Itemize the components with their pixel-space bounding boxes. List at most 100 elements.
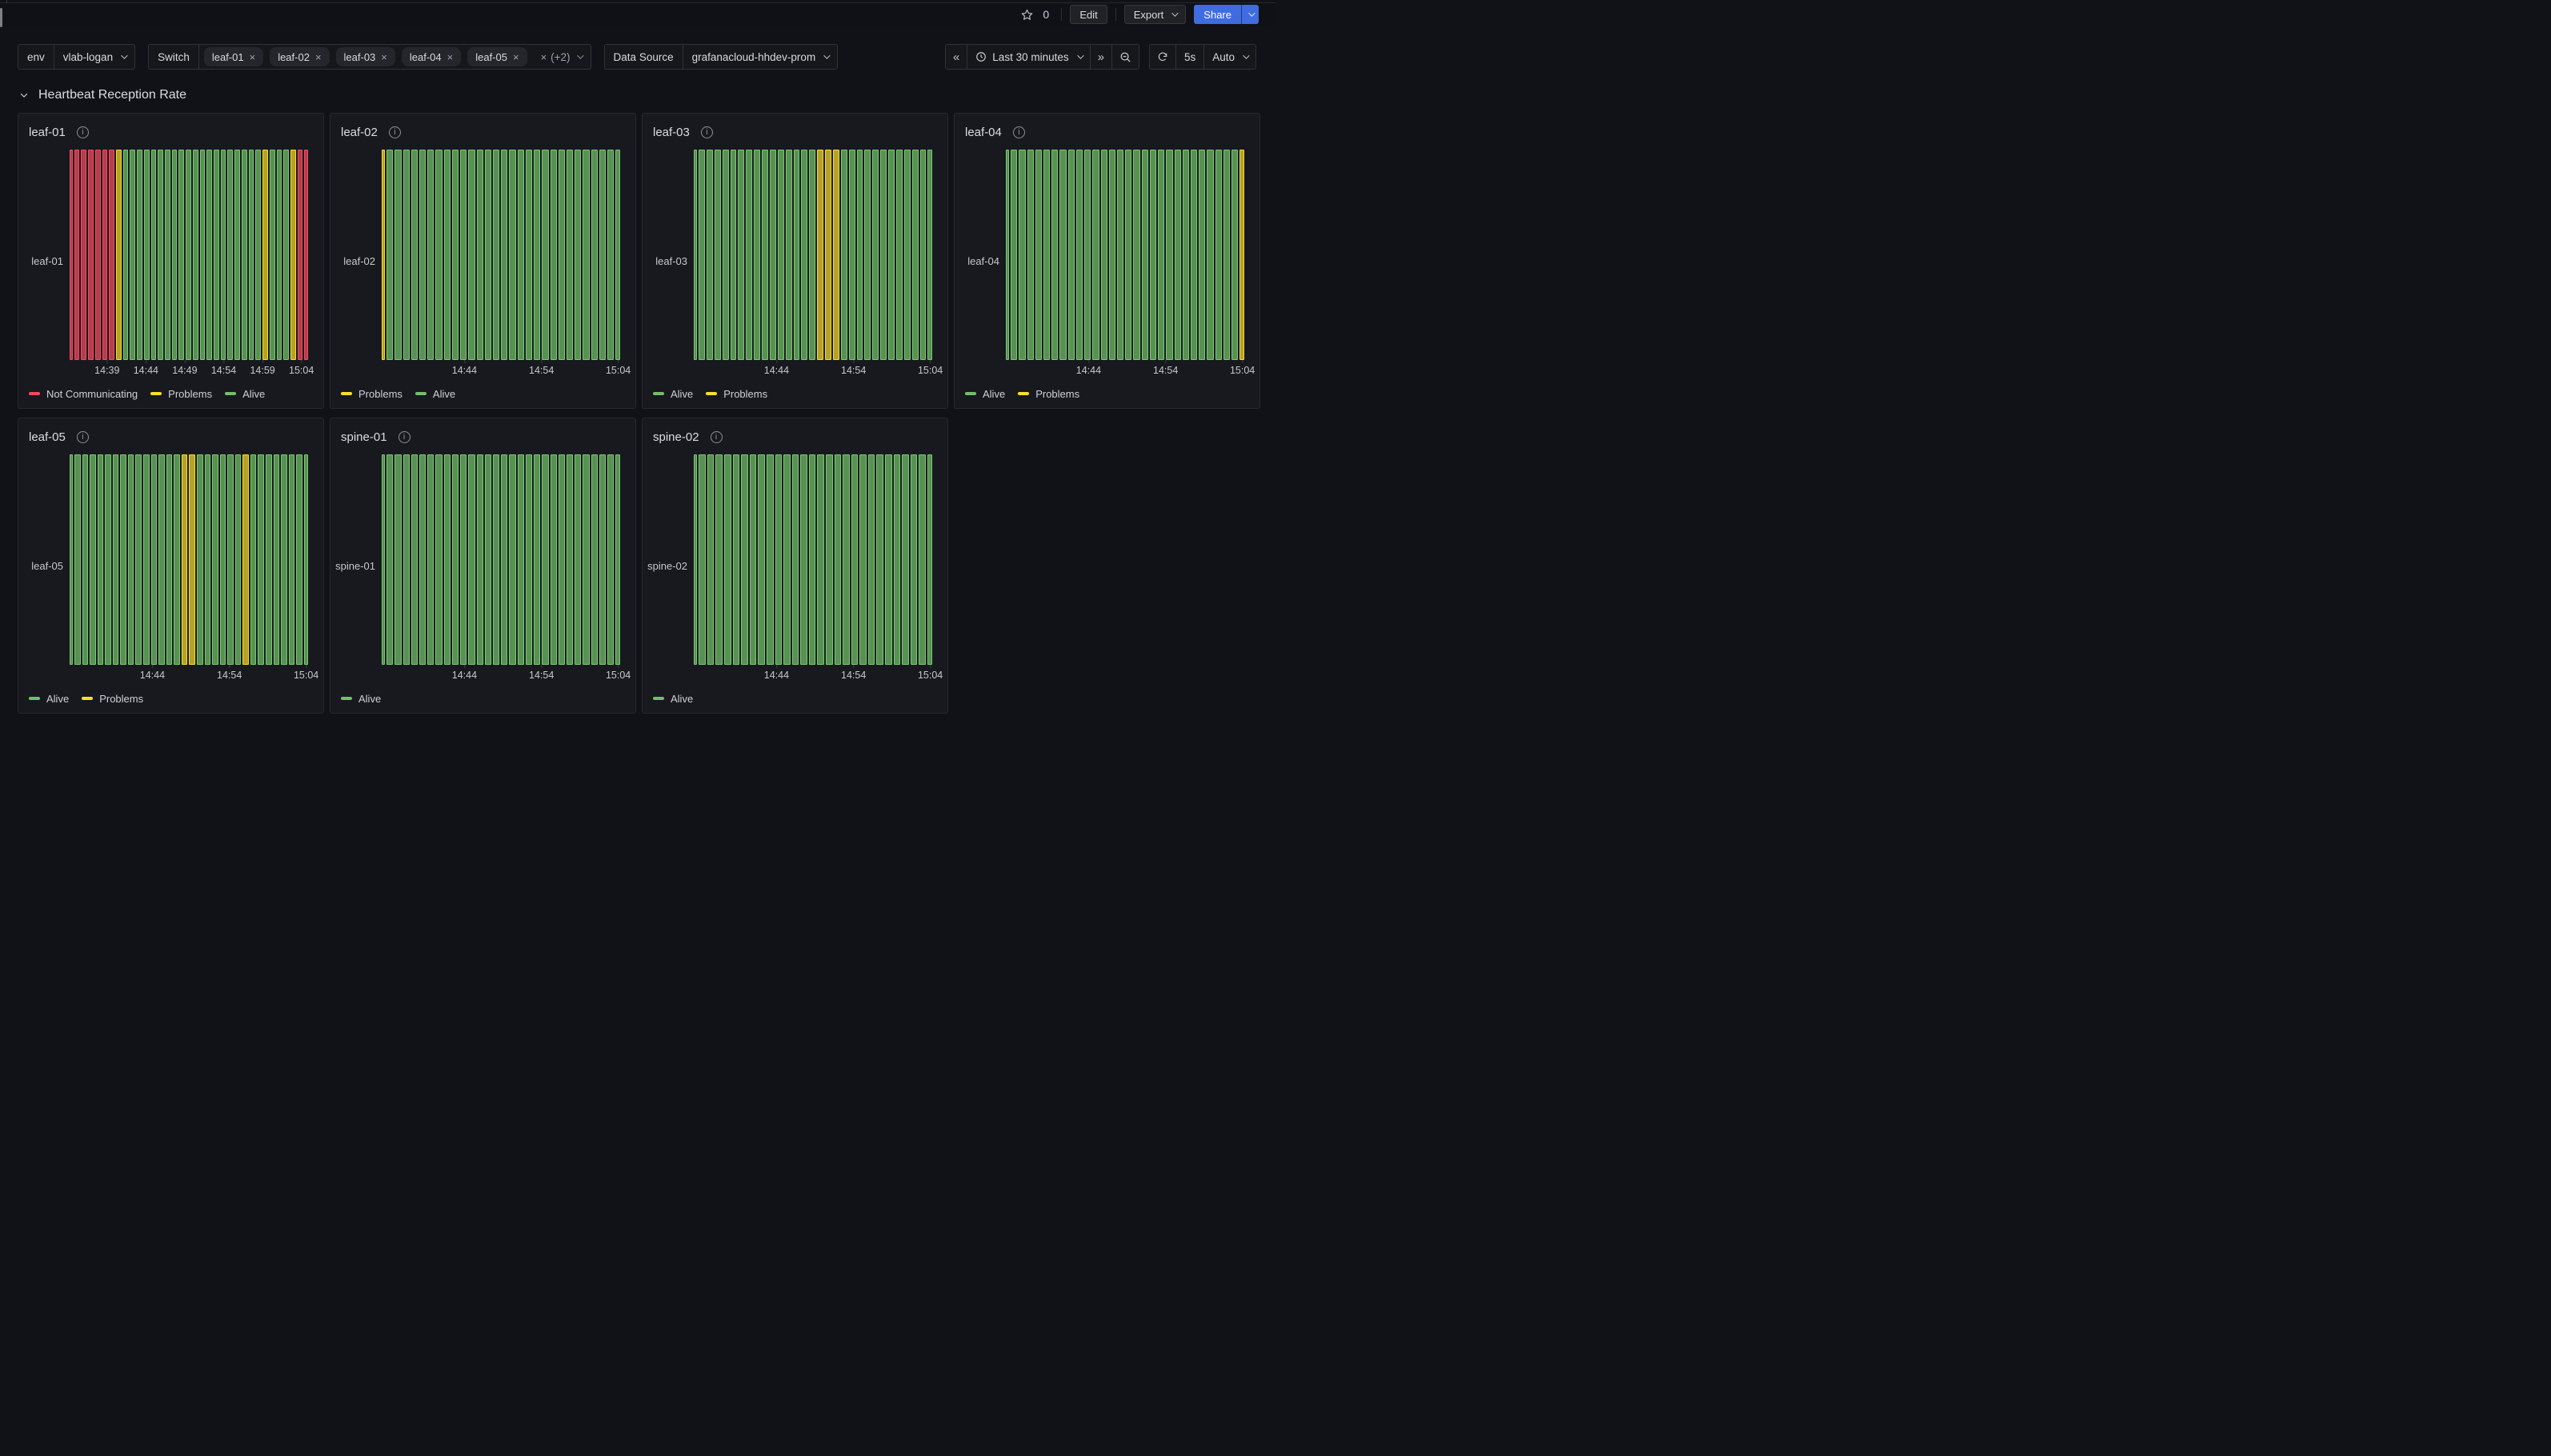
status-bar-alive[interactable] [551, 150, 557, 360]
status-bar-alive[interactable] [599, 150, 606, 360]
status-bar-alive[interactable] [90, 454, 96, 665]
info-icon[interactable]: i [701, 126, 713, 138]
status-bar-alive[interactable] [98, 454, 104, 665]
status-bar-alive[interactable] [444, 454, 451, 665]
status-bar-alive[interactable] [214, 150, 219, 360]
status-bar-not-communicating[interactable] [81, 150, 86, 360]
status-bar-alive[interactable] [468, 150, 475, 360]
status-bar-alive[interactable] [723, 150, 729, 360]
legend-item-problems[interactable]: Problems [1018, 388, 1079, 400]
status-bar-alive[interactable] [1175, 150, 1181, 360]
status-bar-alive[interactable] [1166, 150, 1172, 360]
status-bar-alive[interactable] [165, 150, 170, 360]
status-bar-alive[interactable] [1223, 150, 1230, 360]
status-bar-alive[interactable] [809, 454, 816, 665]
status-bar-alive[interactable] [220, 454, 226, 665]
status-bar-alive[interactable] [1051, 150, 1058, 360]
status-bar-alive[interactable] [1191, 150, 1197, 360]
status-bar-alive[interactable] [477, 454, 483, 665]
status-bar-alive[interactable] [859, 454, 867, 665]
status-bar-alive[interactable] [699, 150, 705, 360]
status-bar-alive[interactable] [105, 454, 111, 665]
status-bar-alive[interactable] [1150, 150, 1156, 360]
status-bar-alive[interactable] [786, 150, 792, 360]
time-range-picker[interactable]: Last 30 minutes [967, 45, 1089, 69]
switch-chip-leaf-01[interactable]: leaf-01× [204, 47, 263, 66]
status-bar-alive[interactable] [707, 150, 713, 360]
status-bar-alive[interactable] [809, 150, 815, 360]
status-bar-alive[interactable] [151, 150, 157, 360]
status-bar-problems[interactable] [182, 454, 188, 665]
status-bar-alive[interactable] [386, 150, 393, 360]
status-bar-alive[interactable] [205, 454, 211, 665]
panel-header[interactable]: spine-01 i [330, 418, 635, 448]
status-bar-alive[interactable] [235, 454, 242, 665]
status-bar-problems[interactable] [262, 150, 268, 360]
status-bar-alive[interactable] [534, 150, 540, 360]
status-bar-alive[interactable] [731, 150, 737, 360]
clear-all-icon[interactable]: × [541, 51, 547, 63]
status-bar-not-communicating[interactable] [95, 150, 101, 360]
status-bar-alive[interactable] [750, 454, 757, 665]
status-bar-not-communicating[interactable] [70, 150, 73, 360]
status-bar-alive[interactable] [583, 150, 589, 360]
status-bar-alive[interactable] [694, 454, 697, 665]
status-bar-alive[interactable] [249, 150, 254, 360]
status-bar-alive[interactable] [707, 454, 715, 665]
status-bar-alive[interactable] [172, 150, 178, 360]
switch-chip-leaf-05[interactable]: leaf-05× [467, 47, 527, 66]
status-bar-alive[interactable] [1076, 150, 1083, 360]
status-bar-alive[interactable] [1027, 150, 1034, 360]
panel-header[interactable]: leaf-03 i [643, 114, 947, 143]
status-bar-alive[interactable] [468, 454, 475, 665]
status-bar-alive[interactable] [304, 454, 308, 665]
status-bar-problems[interactable] [1239, 150, 1244, 360]
status-bar-alive[interactable] [427, 454, 434, 665]
status-bar-alive[interactable] [801, 150, 807, 360]
status-bar-alive[interactable] [1199, 150, 1205, 360]
status-bar-alive[interactable] [715, 150, 721, 360]
status-bar-alive[interactable] [452, 454, 459, 665]
status-bar-alive[interactable] [250, 454, 257, 665]
status-bar-alive[interactable] [501, 150, 507, 360]
status-bar-alive[interactable] [746, 150, 752, 360]
env-value-dropdown[interactable]: vlab-logan [54, 45, 134, 69]
status-bar-alive[interactable] [1011, 150, 1017, 360]
status-bar-alive[interactable] [151, 454, 158, 665]
status-bar-alive[interactable] [485, 454, 491, 665]
status-bar-alive[interactable] [258, 454, 264, 665]
status-bar-alive[interactable] [411, 454, 418, 665]
status-bar-alive[interactable] [896, 150, 903, 360]
status-bar-alive[interactable] [864, 150, 871, 360]
status-bar-alive[interactable] [599, 454, 606, 665]
status-bar-problems[interactable] [116, 150, 122, 360]
status-bar-alive[interactable] [493, 454, 499, 665]
status-bar-alive[interactable] [526, 150, 532, 360]
status-bar-alive[interactable] [567, 150, 573, 360]
status-bar-alive[interactable] [817, 454, 824, 665]
status-bar-alive[interactable] [289, 454, 295, 665]
legend-item-alive[interactable]: Alive [653, 693, 693, 705]
status-bar-alive[interactable] [835, 454, 842, 665]
status-bar-alive[interactable] [444, 150, 451, 360]
status-bar-alive[interactable] [575, 150, 581, 360]
info-icon[interactable]: i [398, 431, 410, 443]
legend-item-alive[interactable]: Alive [225, 388, 265, 400]
status-bar-alive[interactable] [1043, 150, 1050, 360]
status-bar-alive[interactable] [394, 150, 401, 360]
remove-chip-icon[interactable]: × [447, 51, 454, 63]
status-bar-alive[interactable] [266, 454, 272, 665]
status-bar-alive[interactable] [1142, 150, 1148, 360]
status-bar-alive[interactable] [477, 150, 483, 360]
status-bar-alive[interactable] [518, 150, 524, 360]
info-icon[interactable]: i [77, 431, 89, 443]
legend-item-problems[interactable]: Problems [150, 388, 212, 400]
status-bar-alive[interactable] [1117, 150, 1123, 360]
switch-overflow-dropdown[interactable]: × (+2) [532, 45, 591, 69]
status-bar-problems[interactable] [825, 150, 831, 360]
status-bar-alive[interactable] [130, 150, 135, 360]
refresh-mode-dropdown[interactable]: Auto [1203, 45, 1255, 69]
export-button[interactable]: Export [1124, 5, 1187, 24]
status-bar-alive[interactable] [158, 454, 165, 665]
status-bar-alive[interactable] [800, 454, 807, 665]
